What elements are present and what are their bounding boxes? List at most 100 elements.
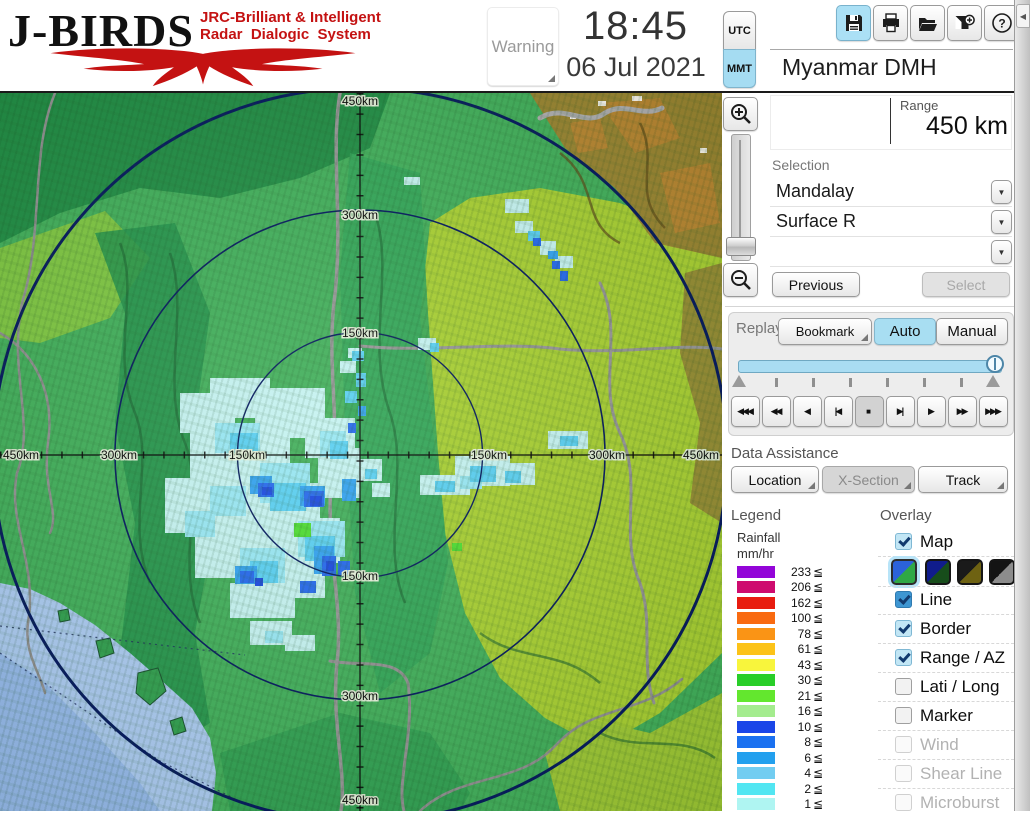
- lte-symbol: ≦: [813, 735, 823, 749]
- legend-row: 10≦: [737, 721, 829, 734]
- ring-label: 450km: [3, 448, 39, 462]
- zoom-slider-thumb[interactable]: [726, 237, 756, 256]
- svg-text:?: ?: [998, 17, 1005, 31]
- legend-unit-line2: mm/hr: [737, 546, 774, 561]
- overlay-separator: [878, 730, 1014, 731]
- marker-checkbox[interactable]: [895, 707, 912, 724]
- radar-map[interactable]: 450km 300km 150km 150km 300km 450km 450k…: [0, 93, 722, 811]
- overlay-item-microburst: Microburst: [893, 793, 1014, 815]
- legend-value: 233: [777, 565, 811, 579]
- legend-swatch: [737, 705, 775, 717]
- legend-value: 8: [777, 735, 811, 749]
- collapse-panel-arrow-icon[interactable]: ◀: [1016, 4, 1030, 28]
- select-button[interactable]: Select: [922, 272, 1010, 297]
- replay-label: Replay: [736, 320, 783, 337]
- site-dropdown-value: Mandalay: [776, 181, 854, 202]
- legend-value: 61: [777, 642, 811, 656]
- fast-forward-button[interactable]: ▶▶: [948, 396, 977, 427]
- play-backward-button[interactable]: ◀: [793, 396, 822, 427]
- selection-label: Selection: [772, 157, 830, 173]
- legend-row: 21≦: [737, 690, 829, 703]
- clock-time: 18:45: [558, 4, 713, 49]
- overlay-item-line[interactable]: Line: [893, 590, 1014, 612]
- fast-rewind-button[interactable]: ◀◀◀: [731, 396, 760, 427]
- step-forward-button[interactable]: ▶|: [886, 396, 915, 427]
- step-back-button[interactable]: |◀: [824, 396, 853, 427]
- product-dropdown[interactable]: Surface R ▼: [770, 208, 1012, 237]
- ring-label: 450km: [342, 793, 378, 807]
- bookmark-button[interactable]: Bookmark: [778, 318, 872, 345]
- map-style-swatch-3[interactable]: [957, 559, 983, 585]
- border-checkbox[interactable]: [895, 620, 912, 637]
- map-style-swatch-2[interactable]: [925, 559, 951, 585]
- overlay-item-border[interactable]: Border: [893, 619, 1014, 641]
- skip-forward-button[interactable]: ▶▶▶: [979, 396, 1008, 427]
- timezone-utc-button[interactable]: UTC: [723, 11, 756, 50]
- add-image-button[interactable]: [947, 5, 982, 41]
- option-dropdown[interactable]: ▼: [770, 238, 1012, 267]
- legend-row: 100≦: [737, 612, 829, 625]
- previous-button[interactable]: Previous: [772, 272, 860, 297]
- rewind-button[interactable]: ◀◀: [762, 396, 791, 427]
- chevron-down-icon[interactable]: ▼: [991, 210, 1012, 234]
- overlay-item-map[interactable]: Map: [893, 532, 1014, 554]
- legend-swatch: [737, 628, 775, 640]
- open-file-button[interactable]: [910, 5, 945, 41]
- replay-range-start-marker[interactable]: [732, 375, 746, 387]
- map-style-swatch-4[interactable]: [989, 559, 1015, 585]
- auto-mode-button[interactable]: Auto: [874, 318, 936, 345]
- lte-symbol: ≦: [813, 627, 823, 641]
- print-button[interactable]: [873, 5, 908, 41]
- printer-icon: [881, 13, 901, 33]
- legend-value: 78: [777, 627, 811, 641]
- overlay-separator: [878, 672, 1014, 673]
- overlay-item-label: Lati / Long: [920, 677, 999, 697]
- warning-button[interactable]: Warning: [487, 7, 559, 86]
- shear-line-checkbox: [895, 765, 912, 782]
- map-checkbox[interactable]: [895, 533, 912, 550]
- lte-symbol: ≦: [813, 720, 823, 734]
- panel-splitter[interactable]: [1014, 0, 1030, 811]
- timezone-mmt-button[interactable]: MMT: [723, 49, 756, 88]
- slider-tick: [849, 378, 852, 387]
- lte-symbol: ≦: [813, 596, 823, 610]
- legend-row: 78≦: [737, 628, 829, 641]
- stop-button[interactable]: ■: [855, 396, 884, 427]
- track-button[interactable]: Track: [918, 466, 1008, 493]
- lte-symbol: ≦: [813, 658, 823, 672]
- legend-value: 162: [777, 596, 811, 610]
- overlay-item-lati-long[interactable]: Lati / Long: [893, 677, 1014, 699]
- overlay-separator: [878, 701, 1014, 702]
- legend-row: 4≦: [737, 767, 829, 780]
- replay-slider-thumb[interactable]: [986, 355, 1004, 373]
- legend-value: 10: [777, 720, 811, 734]
- zoom-out-button[interactable]: [723, 263, 758, 297]
- location-button[interactable]: Location: [731, 466, 819, 493]
- overlay-item-label: Border: [920, 619, 971, 639]
- overlay-item-marker[interactable]: Marker: [893, 706, 1014, 728]
- lte-symbol: ≦: [813, 766, 823, 780]
- slider-tick: [923, 378, 926, 387]
- map-style-swatch-1[interactable]: [891, 559, 917, 585]
- range-az-checkbox[interactable]: [895, 649, 912, 666]
- chevron-down-icon[interactable]: ▼: [991, 180, 1012, 204]
- legend-value: 100: [777, 611, 811, 625]
- overlay-item-range-az[interactable]: Range / AZ: [893, 648, 1014, 670]
- legend-swatch: [737, 674, 775, 686]
- site-dropdown[interactable]: Mandalay ▼: [770, 178, 1012, 207]
- play-button[interactable]: ▶: [917, 396, 946, 427]
- replay-range-end-marker[interactable]: [986, 375, 1000, 387]
- overlay-separator: [878, 556, 1014, 557]
- lati-long-checkbox[interactable]: [895, 678, 912, 695]
- chevron-down-icon[interactable]: ▼: [991, 240, 1012, 264]
- manual-mode-button[interactable]: Manual: [936, 318, 1008, 345]
- line-checkbox[interactable]: [895, 591, 912, 608]
- eagle-logo-icon: [8, 46, 398, 90]
- replay-slider-track[interactable]: [738, 360, 1002, 373]
- legend-value: 43: [777, 658, 811, 672]
- product-dropdown-value: Surface R: [776, 211, 856, 232]
- zoom-in-button[interactable]: [723, 97, 758, 131]
- overlay-item-label: Line: [920, 590, 952, 610]
- x-section-button[interactable]: X-Section: [822, 466, 915, 493]
- save-button[interactable]: [836, 5, 871, 41]
